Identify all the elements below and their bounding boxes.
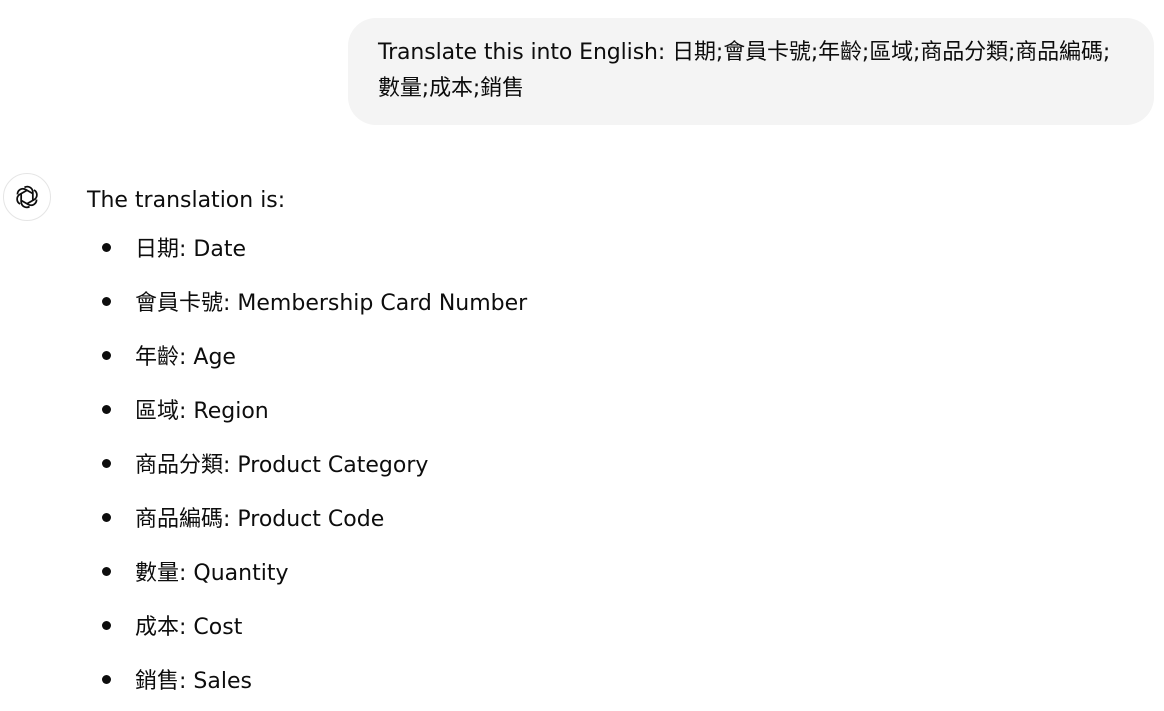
openai-logo-icon <box>16 185 38 209</box>
list-item-text: 會員卡號: Membership Card Number <box>135 291 528 316</box>
user-message-text: Translate this into English: 日期;會員卡號;年齡;… <box>378 40 1111 101</box>
user-message-bubble: Translate this into English: 日期;會員卡號;年齡;… <box>348 18 1154 125</box>
bullet-icon <box>102 675 111 684</box>
list-item-text: 商品編碼: Product Code <box>135 507 385 532</box>
list-item-text: 年齡: Age <box>135 345 236 370</box>
list-item-text: 銷售: Sales <box>135 669 252 694</box>
translation-list: 日期: Date 會員卡號: Membership Card Number 年齡… <box>87 220 1144 706</box>
list-item: 商品編碼: Product Code <box>87 490 1144 544</box>
bullet-icon <box>102 243 111 252</box>
bullet-icon <box>102 459 111 468</box>
bullet-icon <box>102 513 111 522</box>
list-item: 年齡: Age <box>87 328 1144 382</box>
list-item-text: 成本: Cost <box>135 615 243 640</box>
bullet-icon <box>102 405 111 414</box>
list-item: 成本: Cost <box>87 598 1144 652</box>
bullet-icon <box>102 567 111 576</box>
list-item-text: 日期: Date <box>135 237 246 262</box>
list-item: 銷售: Sales <box>87 652 1144 706</box>
assistant-message: The translation is: 日期: Date 會員卡號: Membe… <box>87 183 1144 706</box>
list-item: 區域: Region <box>87 382 1144 436</box>
list-item: 數量: Quantity <box>87 544 1144 598</box>
list-item-text: 區域: Region <box>135 399 269 424</box>
bullet-icon <box>102 297 111 306</box>
list-item-text: 商品分類: Product Category <box>135 453 429 478</box>
list-item: 日期: Date <box>87 220 1144 274</box>
assistant-intro-text: The translation is: <box>87 188 286 213</box>
list-item-text: 數量: Quantity <box>135 561 289 586</box>
bullet-icon <box>102 621 111 630</box>
assistant-avatar <box>3 173 51 221</box>
list-item: 商品分類: Product Category <box>87 436 1144 490</box>
list-item: 會員卡號: Membership Card Number <box>87 274 1144 328</box>
bullet-icon <box>102 351 111 360</box>
